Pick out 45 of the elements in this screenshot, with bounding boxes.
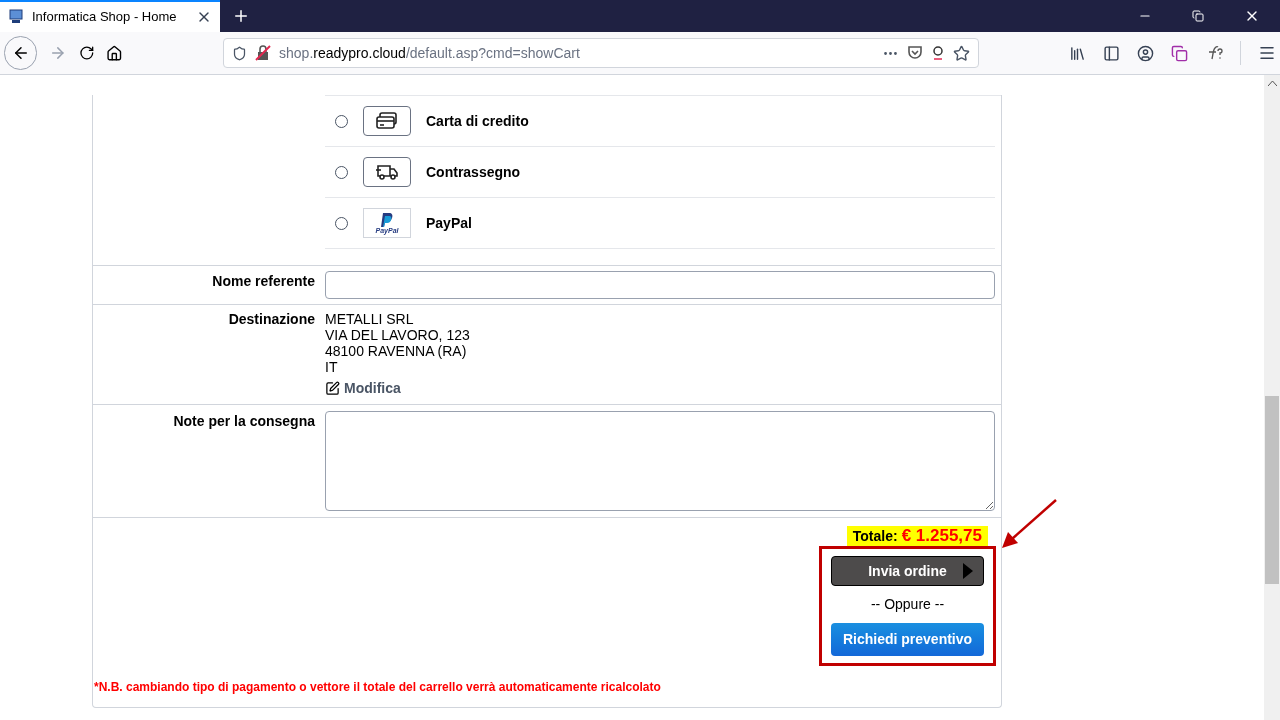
field-label: Destinazione xyxy=(228,311,315,327)
payment-option-label: PayPal xyxy=(426,213,472,233)
address-line: METALLI SRL xyxy=(325,311,415,327)
delivery-notes-field[interactable] xyxy=(325,411,995,511)
submit-order-button[interactable]: Invia ordine xyxy=(831,556,984,586)
menu-icon[interactable] xyxy=(1258,44,1276,62)
tab-title: Informatica Shop - Home xyxy=(32,8,178,27)
edit-icon xyxy=(325,380,340,396)
bookmark-star-icon[interactable] xyxy=(953,44,970,62)
scrollbar[interactable] xyxy=(1264,75,1280,720)
insecure-lock-icon xyxy=(255,45,272,61)
browser-tab[interactable]: Informatica Shop - Home xyxy=(0,0,220,32)
sidebar-icon[interactable] xyxy=(1103,44,1120,62)
account-icon[interactable] xyxy=(1137,44,1154,62)
address-line: IT xyxy=(325,359,339,375)
new-tab-icon[interactable] xyxy=(232,7,250,25)
scroll-up-icon[interactable] xyxy=(1267,80,1277,86)
address-line: VIA DEL LAVORO, 123 xyxy=(325,327,471,343)
total-label: Totale: xyxy=(852,526,898,546)
restore-icon[interactable] xyxy=(1192,10,1204,22)
computer-icon xyxy=(8,9,24,25)
payment-option-label: Contrassegno xyxy=(426,162,521,182)
extension-icon[interactable] xyxy=(931,45,945,61)
request-quote-button[interactable]: Richiedi preventivo xyxy=(831,623,984,656)
play-triangle-icon xyxy=(963,563,973,579)
credit-card-icon xyxy=(376,112,398,130)
contact-name-field[interactable] xyxy=(325,271,995,299)
address-line: 48100 RAVENNA (RA) xyxy=(325,343,468,359)
footnote: *N.B. cambiando tipo di pagamento o vettore il totale del carrello verrà automaticamente ricalcolato xyxy=(94,680,661,694)
field-label: Nome referente xyxy=(212,273,315,289)
field-label: Note per la consegna xyxy=(173,413,315,429)
payment-option-label: Carta di credito xyxy=(426,111,529,131)
url-text: shop.readypro.cloud/default.asp?cmd=showCart xyxy=(279,43,581,63)
edit-link[interactable]: Modifica xyxy=(325,380,401,396)
library-icon[interactable] xyxy=(1069,44,1086,62)
separator-text: -- Oppure -- xyxy=(870,595,945,614)
total-amount: € 1.255,75 xyxy=(901,525,982,548)
reload-icon[interactable] xyxy=(78,45,95,61)
shield-icon xyxy=(232,45,248,61)
containers-icon[interactable] xyxy=(1171,44,1188,62)
pocket-icon[interactable] xyxy=(907,45,923,61)
van-icon xyxy=(375,163,399,181)
address-bar[interactable]: shop.readypro.cloud/default.asp?cmd=showCart xyxy=(223,38,979,68)
home-icon[interactable] xyxy=(106,44,124,62)
annotation-arrow xyxy=(1000,499,1058,549)
